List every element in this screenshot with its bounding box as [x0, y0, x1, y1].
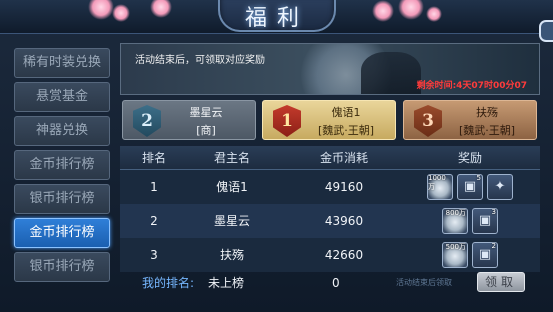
equipment-chest-icon[interactable]: ▣ 2: [472, 242, 498, 268]
rank-3-medal-icon: 3: [414, 105, 442, 137]
reward-qty: 5: [476, 174, 481, 182]
podium-rank-1: 1 傀语1 [魏武·王朝]: [262, 100, 396, 140]
silver-coin-icon[interactable]: 800万: [442, 208, 468, 234]
table-row: 3 扶殇 42660 500万 ▣ 2: [120, 238, 540, 272]
row-rank: 1: [150, 180, 158, 194]
reward-qty: 500万: [445, 243, 466, 251]
reward-qty: 1000万: [428, 174, 446, 191]
blossom-decor-icon: [112, 4, 130, 22]
sidebar-item-silver-ranking[interactable]: 银币排行榜: [14, 184, 110, 214]
row-name: 扶殇: [219, 248, 244, 262]
sidebar-item-silver-ranking-2[interactable]: 银币排行榜: [14, 252, 110, 282]
header-lord: 君主名: [213, 151, 250, 165]
claim-hint: 活动结束后领取: [396, 278, 452, 287]
blossom-decor-icon: [372, 0, 394, 22]
reward-qty: 800万: [445, 209, 466, 217]
my-rank-label: 我的排名:: [142, 276, 195, 290]
banner-note: 活动结束后，可领取对应奖励: [135, 55, 265, 66]
header-coins: 金币消耗: [319, 151, 368, 165]
event-banner: 活动结束后，可领取对应奖励 剩余时间:4天07时00分07: [120, 43, 540, 95]
warrior-silhouette-icon: [361, 52, 421, 94]
scroll-glyph-icon: ✦: [494, 179, 506, 194]
row-name: 傀语1: [216, 180, 248, 194]
blossom-decor-icon: [398, 0, 424, 20]
rank-1-medal-icon: 1: [273, 105, 301, 137]
table-header: 排名 君主名 金币消耗 奖励: [120, 146, 540, 170]
sidebar-item-gold-ranking[interactable]: 金币排行榜: [14, 150, 110, 180]
sidebar-item-rare-costume[interactable]: 稀有时装兑换: [14, 48, 110, 78]
top-decor-bar: 福利: [0, 0, 553, 42]
window-title: 福利: [244, 6, 309, 31]
header-reward: 奖励: [457, 151, 482, 165]
blossom-decor-icon: [426, 6, 442, 22]
rewards-window: 福利 稀有时装兑换 悬赏基金 神器兑换 金币排行榜 银币排行榜 金币排行榜 银币…: [0, 0, 553, 312]
podium-rank-2: 2 墨星云 [商]: [122, 100, 256, 140]
equipment-chest-icon[interactable]: ▣ 3: [472, 208, 498, 234]
row-coins: 42660: [324, 248, 364, 262]
podium-name: 傀语1: [331, 106, 361, 119]
sidebar-item-gold-ranking-active[interactable]: 金币排行榜: [14, 218, 110, 248]
claim-button[interactable]: 领取: [477, 272, 525, 292]
sidebar-item-bounty-fund[interactable]: 悬赏基金: [14, 82, 110, 112]
podium-faction: [魏武·王朝]: [317, 124, 375, 137]
rank-2-medal-icon: 2: [133, 105, 161, 137]
podium-name: 墨星云: [189, 106, 223, 119]
sidebar: 稀有时装兑换 悬赏基金 神器兑换 金币排行榜 银币排行榜 金币排行榜 银币排行榜: [6, 38, 112, 288]
title-plate: 福利: [218, 0, 336, 32]
my-rank-bar: 我的排名: 未上榜 0 活动结束后领取 领取: [120, 272, 540, 294]
podium-faction: [商]: [196, 124, 216, 137]
blossom-decor-icon: [150, 0, 172, 18]
sidebar-item-artifact-exchange[interactable]: 神器兑换: [14, 116, 110, 146]
row-coins: 49160: [324, 180, 364, 194]
silver-coin-icon[interactable]: 1000万: [427, 174, 453, 200]
scroll-item-icon[interactable]: ✦: [487, 174, 513, 200]
podium-name: 扶殇: [476, 106, 498, 119]
reward-qty: 2: [491, 242, 496, 250]
ranking-table: 排名 君主名 金币消耗 奖励 1 傀语1 49160 1000万 ▣ 5 ✦ 2…: [120, 146, 540, 294]
my-rank-value: 未上榜: [208, 276, 245, 290]
countdown-timer: 剩余时间:4天07时00分07: [416, 81, 527, 91]
reward-qty: 3: [491, 208, 496, 216]
equipment-chest-icon[interactable]: ▣ 5: [457, 174, 483, 200]
header-rank: 排名: [141, 151, 166, 165]
silver-coin-icon[interactable]: 500万: [442, 242, 468, 268]
podium-faction: [魏武·王朝]: [458, 124, 516, 137]
table-row: 1 傀语1 49160 1000万 ▣ 5 ✦: [120, 170, 540, 204]
close-button[interactable]: [539, 20, 553, 42]
row-rank: 2: [150, 214, 158, 228]
my-coin-value: 0: [332, 276, 340, 290]
row-name: 墨星云: [213, 214, 250, 228]
row-rank: 3: [150, 248, 158, 262]
table-row: 2 墨星云 43960 800万 ▣ 3: [120, 204, 540, 238]
row-coins: 43960: [324, 214, 364, 228]
blossom-decor-icon: [88, 0, 114, 20]
podium-rank-3: 3 扶殇 [魏武·王朝]: [403, 100, 537, 140]
